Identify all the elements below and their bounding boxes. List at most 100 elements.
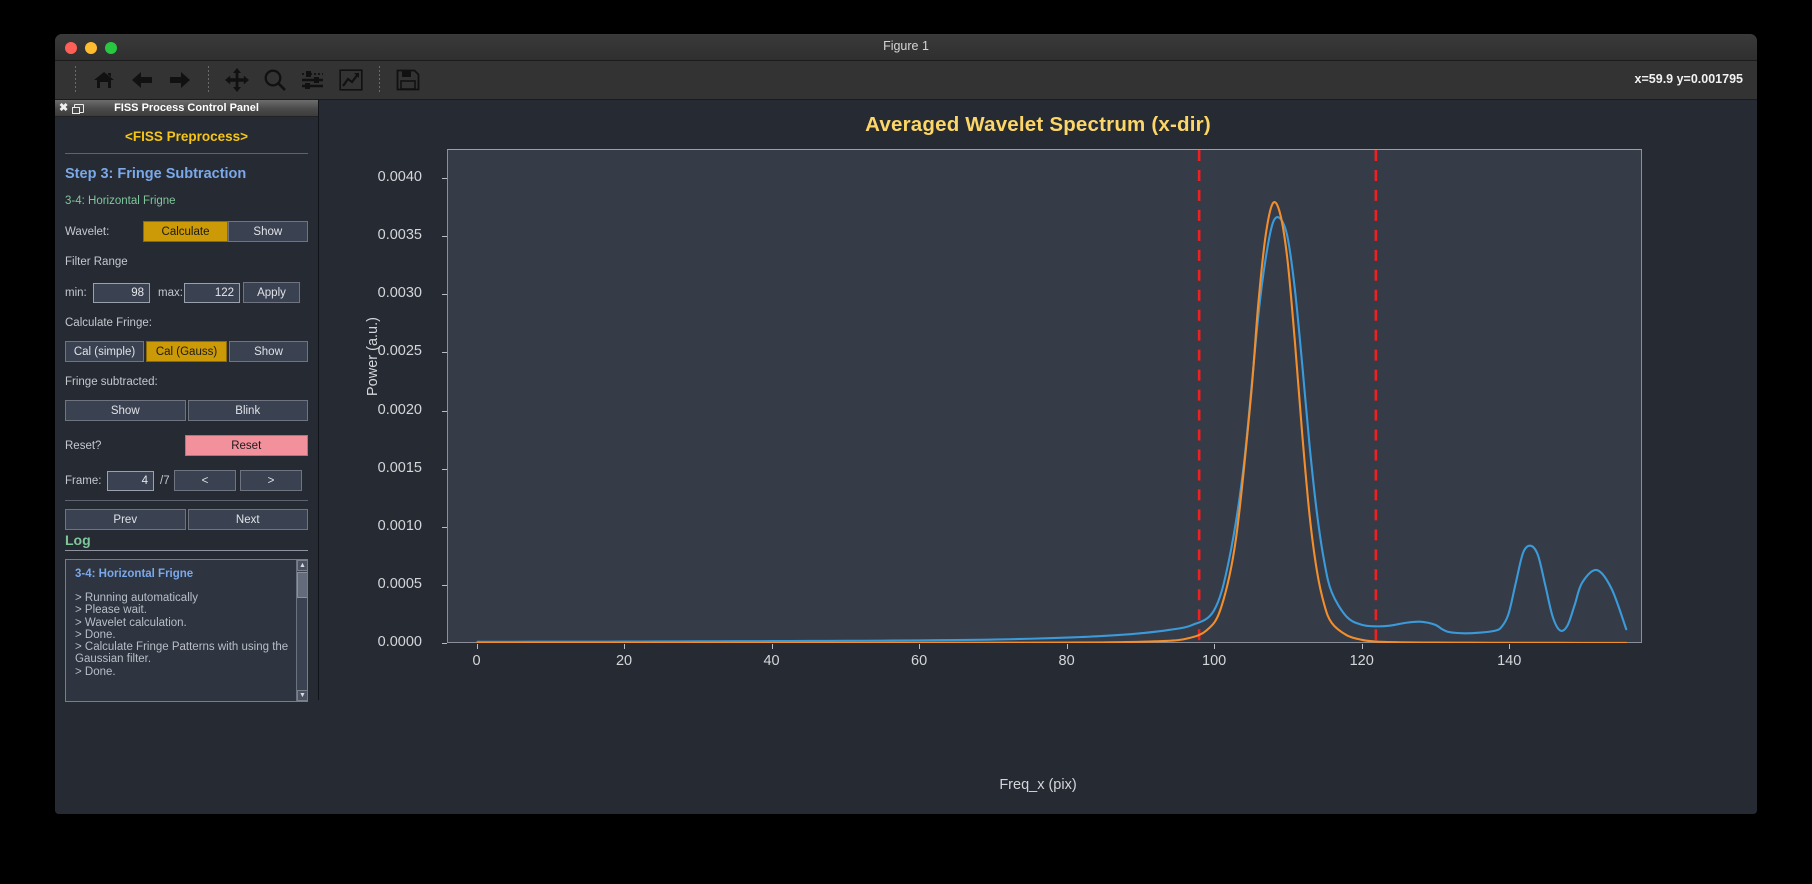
log-line: > Please wait.	[75, 604, 147, 617]
y-tick-mark	[442, 352, 447, 354]
max-label: max:	[158, 286, 183, 299]
scrollbar-thumb[interactable]	[297, 572, 307, 598]
toolbar-separator	[75, 66, 76, 94]
scroll-up-arrow-icon[interactable]: ▲	[297, 560, 307, 571]
window-title: Figure 1	[883, 39, 929, 53]
plot-line-series	[476, 200, 1628, 644]
cal-simple-button[interactable]: Cal (simple)	[65, 341, 145, 362]
toolbar-separator	[208, 66, 209, 94]
plot-canvas	[476, 150, 1628, 644]
y-tick-mark	[442, 236, 447, 238]
log-line: > Wavelet calculation.	[75, 616, 187, 629]
subplot-sliders-icon[interactable]	[294, 65, 332, 96]
plot-axes[interactable]	[447, 149, 1642, 644]
fringe-subtracted-label: Fringe subtracted:	[65, 376, 158, 388]
fiss-control-panel: ✖ FISS Process Control Panel <FISS Prepr…	[55, 100, 319, 702]
min-label: min:	[65, 286, 87, 299]
frame-label: Frame:	[65, 474, 102, 487]
wavelet-row: Wavelet: Calculate Show	[65, 221, 308, 242]
calculate-fringe-label: Calculate Fringe:	[65, 317, 152, 329]
fringe-blink-button[interactable]: Blink	[187, 400, 308, 421]
x-tick-mark	[1509, 644, 1511, 649]
zoom-magnifier-icon[interactable]	[256, 65, 294, 96]
filter-range-row: min: 98 max: 122 Apply	[65, 282, 308, 303]
window-body: Averaged Wavelet Spectrum (x-dir) Power …	[55, 100, 1757, 814]
y-tick-mark	[442, 410, 447, 412]
y-tick-mark	[442, 178, 447, 180]
y-tick-label: 0.0005	[377, 575, 422, 592]
frame-number-input[interactable]: 4	[107, 470, 154, 491]
step-title: Step 3: Fringe Subtraction	[65, 166, 247, 182]
panel-title: FISS Process Control Panel	[114, 102, 259, 114]
x-tick-label: 80	[1058, 653, 1075, 669]
x-tick-mark	[624, 644, 626, 649]
x-tick-label: 140	[1497, 653, 1522, 669]
substep-label: 3-4: Horizontal Frigne	[65, 195, 176, 207]
log-line: > Calculate Fringe Patterns with using t…	[75, 641, 289, 654]
filter-min-input[interactable]: 98	[93, 282, 150, 303]
log-line: > Running automatically	[75, 592, 199, 604]
y-tick-label: 0.0035	[377, 227, 422, 244]
apply-button[interactable]: Apply	[243, 282, 300, 303]
log-lines: > Running automatically > Please wait. > W…	[75, 592, 298, 678]
fringe-subtracted-row: Show Blink	[65, 400, 308, 421]
frame-prev-button[interactable]: <	[174, 470, 236, 491]
next-step-button[interactable]: Next	[187, 509, 308, 530]
curve-style-icon[interactable]	[332, 65, 370, 96]
log-entry-title: 3-4: Horizontal Frigne	[75, 568, 194, 580]
y-tick-label: 0.0025	[377, 343, 422, 360]
log-line: Gaussian filter.	[75, 653, 152, 666]
x-tick-mark	[1361, 644, 1363, 649]
reset-label: Reset?	[65, 439, 102, 452]
cal-gauss-button[interactable]: Cal (Gauss)	[146, 341, 227, 362]
y-tick-mark	[442, 584, 447, 586]
frame-row: Frame: 4 /7 < >	[65, 470, 308, 491]
toolbar-separator	[379, 66, 380, 94]
matplotlib-toolbar: x=59.9 y=0.001795	[55, 61, 1757, 100]
window-titlebar: Figure 1	[55, 34, 1757, 61]
log-line: > Done.	[75, 665, 116, 678]
step-nav-row: Prev Next	[65, 509, 308, 530]
x-tick-mark	[1214, 644, 1216, 649]
wavelet-show-button[interactable]: Show	[227, 221, 308, 242]
filter-range-label: Filter Range	[65, 256, 128, 268]
log-scrollbar[interactable]: ▲ ▼	[296, 560, 307, 701]
chart-title: Averaged Wavelet Spectrum (x-dir)	[865, 113, 1211, 136]
y-tick-mark	[442, 526, 447, 528]
x-tick-label: 0	[472, 653, 481, 669]
cal-gauss-show-button[interactable]: Show	[229, 341, 309, 362]
log-box[interactable]: 3-4: Horizontal Frigne > Running automat…	[65, 559, 308, 702]
save-floppy-icon[interactable]	[389, 65, 427, 96]
back-arrow-icon[interactable]	[123, 65, 161, 96]
y-tick-label: 0.0020	[377, 401, 422, 418]
pan-move-icon[interactable]	[218, 65, 256, 96]
y-tick-mark	[442, 643, 447, 644]
x-tick-mark	[771, 644, 773, 649]
x-tick-mark	[1066, 644, 1068, 649]
wavelet-calculate-button[interactable]: Calculate	[143, 221, 228, 242]
y-tick-label: 0.0000	[377, 634, 422, 650]
panel-titlebar: ✖ FISS Process Control Panel	[55, 100, 318, 117]
fringe-show-button[interactable]: Show	[65, 400, 186, 421]
forward-arrow-icon[interactable]	[161, 65, 199, 96]
figure-window: Figure 1 x=59.9 y=0.001795 Averaged Wave…	[55, 34, 1757, 814]
cursor-coordinate-readout: x=59.9 y=0.001795	[1634, 72, 1743, 86]
frame-next-button[interactable]: >	[240, 470, 302, 491]
y-tick-mark	[442, 468, 447, 470]
reset-button[interactable]: Reset	[184, 435, 308, 456]
x-axis-label: Freq_x (pix)	[999, 777, 1077, 793]
x-tick-label: 120	[1349, 653, 1374, 669]
scroll-down-arrow-icon[interactable]: ▼	[297, 690, 307, 701]
x-tick-mark	[919, 644, 921, 649]
divider	[65, 500, 308, 501]
panel-header: <FISS Preprocess>	[124, 129, 249, 144]
reset-row: Reset? Reset	[65, 435, 308, 456]
divider	[65, 153, 308, 154]
filter-max-input[interactable]: 122	[184, 282, 240, 303]
x-tick-label: 60	[911, 653, 928, 669]
home-icon[interactable]	[85, 65, 123, 96]
y-tick-label: 0.0010	[377, 517, 422, 534]
frame-total-label: /7	[160, 474, 170, 487]
x-tick-label: 20	[615, 653, 633, 669]
prev-step-button[interactable]: Prev	[65, 509, 186, 530]
